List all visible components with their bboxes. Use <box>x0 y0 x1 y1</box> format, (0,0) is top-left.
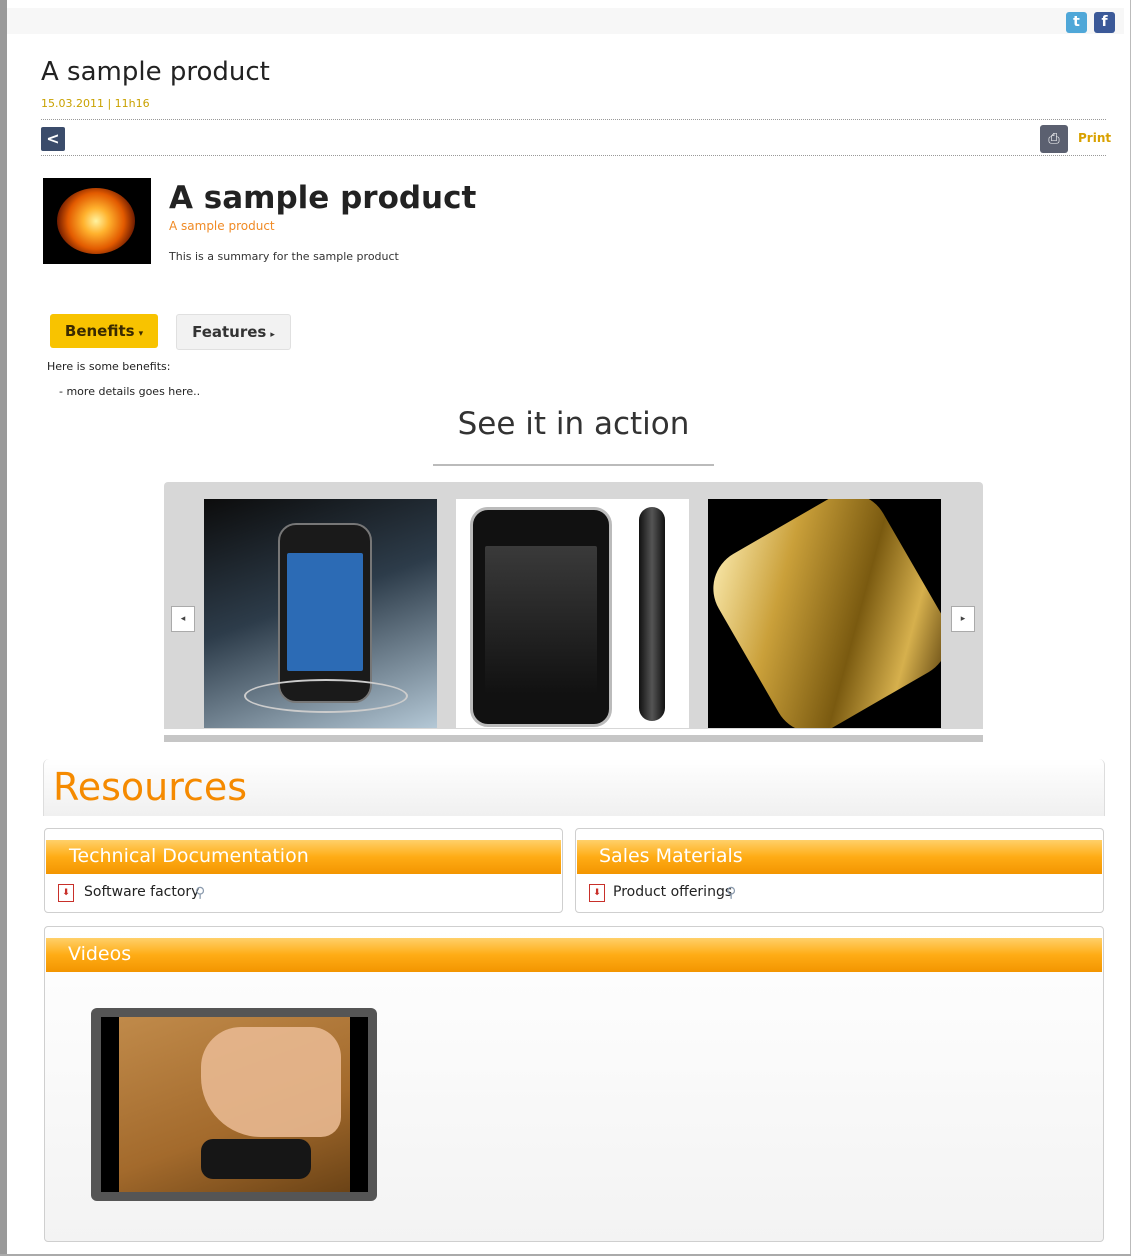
fire-image <box>57 188 135 254</box>
resource-link[interactable]: Software factory <box>84 884 199 900</box>
heading-underline <box>433 464 714 466</box>
top-bar <box>7 8 1124 34</box>
phone-screen <box>287 553 363 671</box>
phone-in-video <box>201 1139 311 1179</box>
divider <box>41 119 1106 120</box>
tab-benefits[interactable]: Benefits ▾ <box>50 314 158 348</box>
chevron-right-icon: ▸ <box>270 330 275 340</box>
carousel-prev-button[interactable]: ◂ <box>171 606 195 632</box>
panel-header <box>46 938 1102 972</box>
twitter-icon[interactable]: t <box>1066 12 1087 33</box>
phone-screen <box>485 546 597 694</box>
product-title: A sample product <box>169 180 477 216</box>
product-subtitle: A sample product <box>169 219 275 233</box>
resource-link[interactable]: Product offerings <box>613 884 732 900</box>
page-title: A sample product <box>41 57 270 87</box>
benefits-detail: - more details goes here.. <box>59 385 201 398</box>
technical-docs-panel: Technical Documentation ⬇ Software facto… <box>44 828 563 913</box>
tab-label: Benefits <box>64 322 135 340</box>
video-thumbnail[interactable] <box>101 1017 368 1192</box>
gallery-heading: See it in action <box>457 406 690 442</box>
facebook-icon[interactable]: f <box>1094 12 1115 33</box>
printer-icon[interactable]: ⎙ <box>1040 125 1068 153</box>
carousel-next-button[interactable]: ▸ <box>951 606 975 632</box>
carousel-scrollbar[interactable] <box>164 735 983 742</box>
panel-title: Technical Documentation <box>69 845 309 867</box>
print-link[interactable]: Print <box>1078 131 1111 145</box>
pdf-icon: ⬇ <box>589 884 605 902</box>
carousel-slide[interactable] <box>456 499 689 728</box>
earphones-image <box>244 679 408 713</box>
magnifier-icon[interactable]: ⚲ <box>726 885 736 901</box>
resources-title: Resources <box>53 765 248 809</box>
carousel-slide[interactable] <box>708 499 941 728</box>
tab-features[interactable]: Features ▸ <box>176 314 291 350</box>
phone-image <box>278 523 372 703</box>
phone-front-image <box>470 507 612 727</box>
phone-side-image <box>639 507 665 721</box>
benefits-intro: Here is some benefits: <box>47 360 171 373</box>
hands-in-video <box>201 1027 341 1137</box>
chevron-down-icon: ▾ <box>138 329 144 339</box>
product-thumbnail <box>43 178 151 264</box>
sales-materials-panel: Sales Materials ⬇ Product offerings ⚲ <box>575 828 1104 913</box>
divider <box>41 155 1106 156</box>
left-border <box>0 0 7 1256</box>
product-summary: This is a summary for the sample product <box>169 250 399 263</box>
back-button[interactable]: < <box>41 127 65 151</box>
pdf-icon: ⬇ <box>58 884 74 902</box>
magnifier-icon[interactable]: ⚲ <box>195 885 205 901</box>
tab-label: Features <box>192 323 267 341</box>
carousel-slide[interactable] <box>204 499 437 728</box>
panel-title: Videos <box>68 943 132 965</box>
panel-title: Sales Materials <box>599 845 743 867</box>
publish-date: 15.03.2011 | 11h16 <box>41 97 150 110</box>
gold-phone-image <box>708 499 941 728</box>
